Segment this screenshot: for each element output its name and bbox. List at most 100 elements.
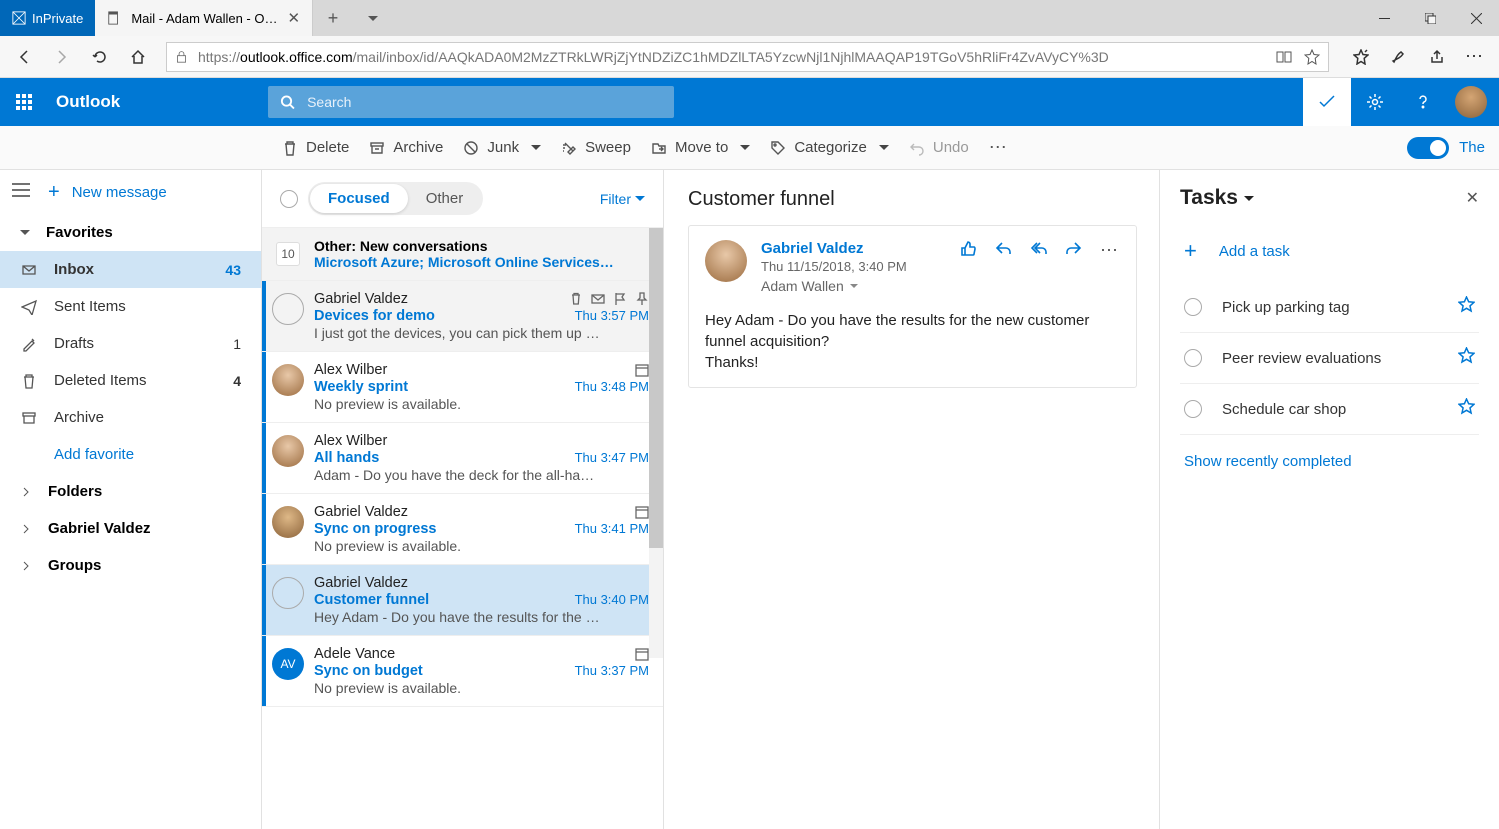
flag-icon[interactable]: [613, 292, 627, 306]
calendar-icon: [635, 647, 649, 661]
reply-icon[interactable]: [995, 240, 1012, 257]
add-favorite-link[interactable]: Add favorite: [0, 436, 261, 473]
new-outlook-toggle[interactable]: [1407, 137, 1449, 159]
task-item[interactable]: Peer review evaluations: [1180, 333, 1479, 384]
toolbar-more-button[interactable]: ⋯: [989, 137, 1009, 158]
message-item[interactable]: Gabriel Valdez Sync on progressThu 3:41 …: [262, 494, 663, 565]
browser-tab[interactable]: Mail - Adam Wallen - O… ✕: [95, 0, 313, 36]
new-message-button[interactable]: +New message: [48, 181, 167, 204]
reading-from[interactable]: Gabriel Valdez: [761, 240, 946, 257]
message-item[interactable]: AV Adele Vance Sync on budgetThu 3:37 PM…: [262, 636, 663, 707]
archive-button[interactable]: Archive: [369, 139, 443, 156]
folders-heading[interactable]: Folders: [0, 473, 261, 510]
sidebar-item-inbox[interactable]: Inbox43: [0, 251, 261, 288]
reply-all-icon[interactable]: [1030, 240, 1047, 257]
url-protocol: https://: [198, 49, 240, 65]
undo-button[interactable]: Undo: [909, 139, 969, 156]
sidebar-toggle-button[interactable]: [12, 183, 30, 202]
person-heading[interactable]: Gabriel Valdez: [0, 510, 261, 547]
message-list: Focused Other Filter 10 Other: New conve…: [262, 170, 664, 829]
mark-read-icon[interactable]: [591, 292, 605, 306]
app-launcher-button[interactable]: [0, 78, 48, 126]
message-item[interactable]: Alex Wilber All handsThu 3:47 PM Adam - …: [262, 423, 663, 494]
settings-header-button[interactable]: [1351, 78, 1399, 126]
forward-button[interactable]: [44, 39, 80, 75]
sidebar-item-sent[interactable]: Sent Items: [0, 288, 261, 325]
address-bar[interactable]: https://outlook.office.com/mail/inbox/id…: [166, 42, 1329, 72]
other-title: Other: New conversations: [314, 238, 614, 254]
message-select-circle[interactable]: [272, 293, 304, 325]
select-all-checkbox[interactable]: [280, 190, 298, 208]
message-item[interactable]: Alex Wilber Weekly sprintThu 3:48 PM No …: [262, 352, 663, 423]
home-button[interactable]: [120, 39, 156, 75]
scrollbar[interactable]: [649, 228, 663, 658]
other-count-badge: 10: [276, 242, 300, 266]
show-completed-link[interactable]: Show recently completed: [1180, 435, 1479, 488]
todo-header-button[interactable]: [1303, 78, 1351, 126]
window-close-button[interactable]: [1453, 0, 1499, 36]
message-more-button[interactable]: ⋯: [1100, 240, 1120, 261]
reading-to[interactable]: Adam Wallen: [761, 278, 946, 294]
reading-view-icon[interactable]: [1276, 49, 1292, 65]
moveto-button[interactable]: Move to: [651, 139, 750, 156]
tasks-title[interactable]: Tasks: [1180, 186, 1254, 210]
sidebar-item-archive[interactable]: Archive: [0, 399, 261, 436]
url-path: /mail/inbox/id/AAQkADA0M2MzZTRkLWRjZjYtN…: [353, 49, 1109, 65]
new-tab-button[interactable]: +: [313, 0, 353, 36]
message-item[interactable]: Gabriel Valdez Customer funnelThu 3:40 P…: [262, 565, 663, 636]
pin-icon[interactable]: [635, 292, 649, 306]
reading-pane: Customer funnel Gabriel Valdez Thu 11/15…: [664, 170, 1159, 829]
trash-icon: [21, 373, 37, 389]
share-button[interactable]: [1419, 39, 1455, 75]
groups-heading[interactable]: Groups: [0, 547, 261, 584]
favorite-star-icon[interactable]: [1304, 49, 1320, 65]
favorites-heading[interactable]: Favorites: [0, 214, 261, 251]
favorites-button[interactable]: [1343, 39, 1379, 75]
star-icon[interactable]: [1458, 347, 1475, 369]
notes-button[interactable]: [1381, 39, 1417, 75]
inbox-icon: [21, 262, 37, 278]
message-item[interactable]: Gabriel Valdez Devices for demoThu 3:57 …: [262, 281, 663, 352]
browser-nav-bar: https://outlook.office.com/mail/inbox/id…: [0, 36, 1499, 78]
task-item[interactable]: Schedule car shop: [1180, 384, 1479, 435]
archive-icon: [21, 410, 37, 426]
junk-button[interactable]: Junk: [463, 139, 541, 156]
task-checkbox[interactable]: [1184, 400, 1202, 418]
sidebar-item-drafts[interactable]: Drafts1: [0, 325, 261, 362]
window-minimize-button[interactable]: [1361, 0, 1407, 36]
tasks-close-button[interactable]: ✕: [1466, 188, 1479, 208]
search-box[interactable]: [268, 86, 674, 118]
search-input[interactable]: [307, 94, 662, 110]
star-icon[interactable]: [1458, 398, 1475, 420]
sidebar-item-deleted[interactable]: Deleted Items4: [0, 362, 261, 399]
window-maximize-button[interactable]: [1407, 0, 1453, 36]
forward-icon[interactable]: [1065, 240, 1082, 257]
refresh-button[interactable]: [82, 39, 118, 75]
app-name[interactable]: Outlook: [48, 92, 120, 112]
help-header-button[interactable]: [1399, 78, 1447, 126]
reading-subject: Customer funnel: [688, 188, 1137, 211]
delete-icon[interactable]: [569, 292, 583, 306]
add-task-button[interactable]: +Add a task: [1180, 228, 1479, 282]
more-button[interactable]: ⋯: [1457, 39, 1493, 75]
task-item[interactable]: Pick up parking tag: [1180, 282, 1479, 333]
delete-button[interactable]: Delete: [282, 139, 349, 156]
task-checkbox[interactable]: [1184, 349, 1202, 367]
message-select-circle[interactable]: [272, 577, 304, 609]
other-conversations-banner[interactable]: 10 Other: New conversations Microsoft Az…: [262, 228, 663, 281]
user-avatar[interactable]: [1455, 86, 1487, 118]
back-button[interactable]: [6, 39, 42, 75]
tab-title: Mail - Adam Wallen - O…: [131, 11, 277, 26]
categorize-button[interactable]: Categorize: [770, 139, 889, 156]
other-tab[interactable]: Other: [408, 184, 482, 213]
tab-list-chevron-icon[interactable]: [353, 0, 393, 36]
tab-close-icon[interactable]: ✕: [287, 9, 300, 27]
focused-tab[interactable]: Focused: [310, 184, 408, 213]
like-icon[interactable]: [960, 240, 977, 257]
calendar-icon: [635, 505, 649, 519]
star-icon[interactable]: [1458, 296, 1475, 318]
task-checkbox[interactable]: [1184, 298, 1202, 316]
search-icon: [280, 94, 295, 110]
filter-button[interactable]: Filter: [600, 191, 645, 207]
sweep-button[interactable]: Sweep: [561, 139, 631, 156]
